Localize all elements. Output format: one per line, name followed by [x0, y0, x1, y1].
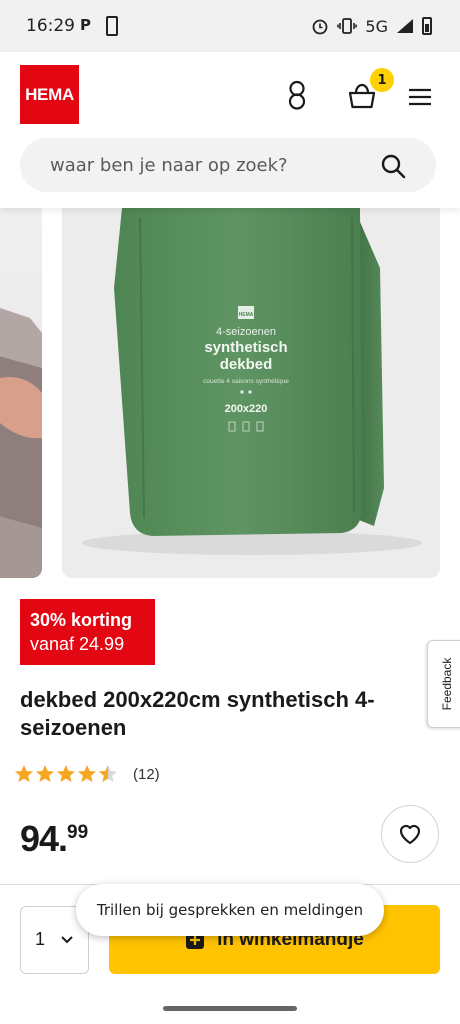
bag-text-line4: couette 4 saisons synthétique: [203, 378, 289, 385]
menu-button[interactable]: [406, 84, 434, 110]
search-bar[interactable]: [20, 138, 436, 192]
alarm-icon: [313, 19, 328, 35]
menu-icon: [409, 88, 431, 106]
product-title: dekbed 200x220cm synthetisch 4-seizoenen: [20, 687, 375, 740]
star-icon: [15, 765, 33, 782]
discount-badge: 30% korting vanaf 24.99: [20, 599, 155, 665]
chevron-down-icon: [61, 936, 73, 944]
star-icon: [78, 765, 96, 782]
discount-from-price: vanaf 24.99: [30, 634, 125, 654]
price-decimal: 99: [67, 822, 89, 843]
duvet-bag-image: HEMA 4-seizoenen synthetisch dekbed coue…: [82, 208, 422, 555]
product-price: 94.99: [20, 818, 88, 860]
previous-product-image[interactable]: [0, 208, 42, 578]
status-bar: 16:29 P 5G: [0, 0, 460, 52]
feedback-label: Feedback: [440, 657, 454, 711]
system-toast: Trillen bij gesprekken en meldingen: [76, 884, 384, 936]
vibrate-icon: [337, 18, 358, 34]
search-input[interactable]: [50, 138, 370, 192]
network-label: 5G: [365, 16, 388, 36]
bed-scene-image: [0, 308, 42, 578]
signal-icon: [397, 19, 413, 33]
product-rating[interactable]: (12): [14, 764, 160, 784]
status-icons: 5G: [311, 14, 432, 38]
feedback-tab[interactable]: Feedback: [427, 640, 460, 728]
notification-p-icon: P: [80, 16, 91, 34]
search-icon[interactable]: [380, 153, 406, 179]
half-star-icon: [99, 765, 117, 782]
bag-size-text: 200x220: [225, 403, 268, 415]
star-icon: [36, 765, 54, 782]
heart-icon: [399, 824, 421, 845]
review-count[interactable]: (12): [133, 766, 160, 783]
favorite-button[interactable]: [381, 805, 439, 863]
price-integer: 94.: [20, 818, 68, 859]
bag-logo-text: HEMA: [239, 312, 254, 318]
account-button[interactable]: [282, 78, 312, 112]
bag-text-line2: synthetisch: [204, 339, 287, 356]
account-icon: [288, 80, 306, 110]
main-product-image[interactable]: HEMA 4-seizoenen synthetisch dekbed coue…: [62, 208, 440, 578]
cart-count-badge: 1: [370, 68, 394, 92]
star-icon: [57, 765, 75, 782]
cart-button[interactable]: 1: [346, 68, 394, 112]
site-header: HEMA 1: [0, 52, 460, 208]
hema-logo[interactable]: HEMA: [20, 65, 79, 124]
product-image-carousel[interactable]: HEMA 4-seizoenen synthetisch dekbed coue…: [0, 208, 460, 580]
bag-text-line1: 4-seizoenen: [216, 326, 276, 338]
quantity-value: 1: [35, 929, 46, 949]
home-indicator[interactable]: [163, 1006, 297, 1011]
notification-device-icon: [106, 16, 118, 36]
status-time: 16:29: [26, 16, 75, 36]
discount-text: 30% korting: [30, 610, 133, 630]
battery-icon: [422, 17, 432, 35]
bag-text-line3: dekbed: [220, 356, 273, 373]
